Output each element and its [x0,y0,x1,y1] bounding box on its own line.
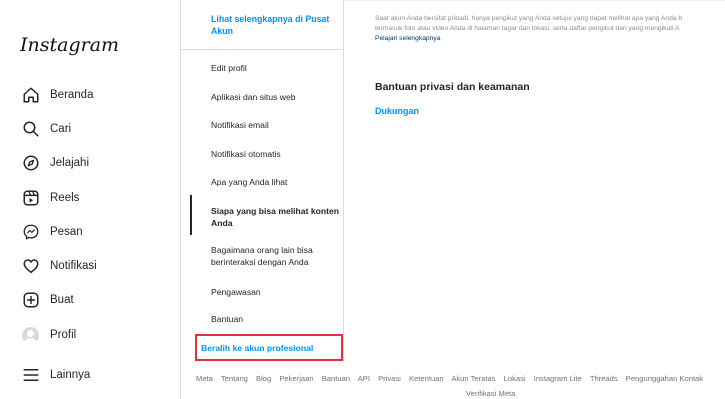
nav-item-notifikasi[interactable]: Notifikasi [22,254,97,278]
privacy-note-line: Saat akun Anda bersifat pribadi, hanya p… [375,15,683,22]
nav-item-jelajahi[interactable]: Jelajahi [22,151,89,175]
footer-link[interactable]: Threads [590,374,618,383]
reels-icon [23,190,39,206]
footer-link[interactable]: Pekerjaan [279,374,313,383]
footer-link[interactable]: Akun Teratas [451,374,495,383]
left-navigation: Instagram Beranda Cari Jelajahi Reels Pe… [0,0,181,399]
footer-link[interactable]: Tentang [221,374,248,383]
menu-item-who-can-see[interactable]: Siapa yang bisa melihat konten Anda [211,206,339,229]
nav-label: Jelajahi [50,157,89,169]
settings-menu: Lihat selengkapnya di Pusat Akun Edit pr… [181,0,344,362]
menu-item-push-notifications[interactable]: Notifikasi otomatis [211,149,339,161]
nav-item-beranda[interactable]: Beranda [22,83,93,107]
support-link[interactable]: Dukungan [375,106,419,116]
nav-label: Reels [50,192,80,204]
learn-more-link[interactable]: Pelajari selengkapnya [375,34,725,44]
switch-professional-button[interactable]: Beralih ke akun profesional [195,334,343,361]
active-item-indicator [190,195,192,235]
nav-item-buat[interactable]: Buat [22,288,74,312]
nav-label: Notifikasi [50,260,97,272]
footer-link[interactable]: Ketentuan [409,374,444,383]
instagram-logo[interactable]: Instagram [20,34,119,56]
menu-item-supervision[interactable]: Pengawasan [211,287,339,299]
switch-professional-label: Beralih ke akun profesional [201,342,314,353]
home-icon [23,87,39,103]
nav-item-profil[interactable]: Profil [22,323,76,347]
nav-item-pesan[interactable]: Pesan [22,220,83,244]
nav-label: Pesan [50,226,83,238]
compass-icon [23,155,39,171]
nav-item-lainnya[interactable]: Lainnya [22,363,90,387]
main-content: Saat akun Anda bersifat pribadi, hanya p… [344,0,725,362]
search-icon [23,121,39,137]
menu-item-help[interactable]: Bantuan [211,314,339,326]
messenger-icon [23,224,39,240]
footer-link[interactable]: Lokasi [504,374,526,383]
menu-item-what-you-see[interactable]: Apa yang Anda lihat [211,177,339,189]
nav-label: Profil [50,329,77,341]
footer-link[interactable]: Bantuan [322,374,350,383]
menu-icon [23,369,39,381]
menu-divider [181,49,343,50]
menu-item-edit-profile[interactable]: Edit profil [211,63,339,75]
privacy-note: Saat akun Anda bersifat pribadi, hanya p… [375,14,725,44]
footer-link[interactable]: Meta [196,374,213,383]
nav-label: Beranda [50,89,94,101]
plus-square-icon [23,292,39,308]
footer-meta-verified-link[interactable]: Verifikasi Meta [466,389,515,398]
footer-link[interactable]: Pengunggahan Kontak [626,374,703,383]
account-center-link[interactable]: Lihat selengkapnya di Pusat Akun [211,13,341,37]
menu-item-email-notifications[interactable]: Notifikasi email [211,120,339,132]
footer-link[interactable]: API [358,374,370,383]
menu-item-interactions[interactable]: Bagaimana orang lain bisa berinteraksi d… [211,245,339,268]
section-title: Bantuan privasi dan keamanan [375,81,530,93]
nav-label: Buat [50,294,74,306]
menu-item-apps-websites[interactable]: Aplikasi dan situs web [211,92,339,104]
heart-icon [23,259,39,274]
footer-links: Meta Tentang Blog Pekerjaan Bantuan API … [196,374,725,383]
avatar-icon [22,326,39,344]
nav-label: Lainnya [50,369,91,381]
nav-label: Cari [50,123,72,135]
nav-item-cari[interactable]: Cari [22,117,71,141]
privacy-note-line: termasuk foto atau video Anda di halaman… [375,25,680,32]
footer-link[interactable]: Privasi [378,374,401,383]
nav-item-reels[interactable]: Reels [22,186,79,210]
footer-link[interactable]: Blog [256,374,271,383]
footer-link[interactable]: Instagram Lite [534,374,582,383]
